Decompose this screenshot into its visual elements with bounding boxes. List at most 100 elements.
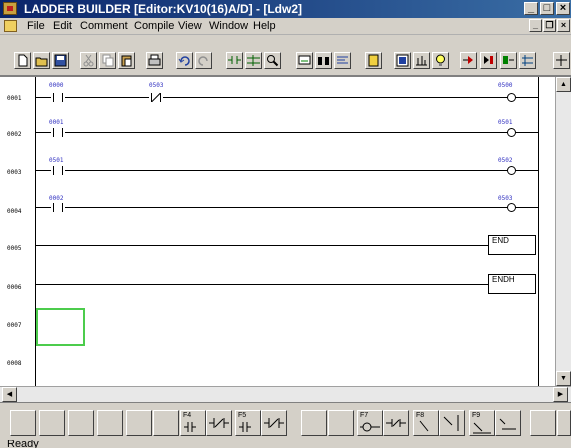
rung-line	[36, 207, 538, 208]
end-instruction-box[interactable]: END	[488, 235, 536, 255]
redo-icon[interactable]	[195, 52, 212, 69]
no-contact-icon[interactable]	[51, 166, 65, 175]
mdi-minimize-button[interactable]: _	[529, 19, 542, 32]
no-contact-icon[interactable]	[51, 128, 65, 137]
title-bar: LADDER BUILDER [Editor:KV10(16)A/D] - [L…	[0, 0, 571, 18]
rung-line	[36, 97, 538, 98]
row-number: 0003	[7, 169, 22, 176]
fkey-empty-button[interactable]	[557, 410, 571, 436]
undo-icon[interactable]	[176, 52, 193, 69]
menu-file[interactable]: File	[27, 20, 45, 32]
fkey-f9-line-button[interactable]: F9	[469, 410, 495, 436]
rung-line	[36, 245, 488, 246]
scroll-right-arrow-icon[interactable]: ▶	[553, 387, 568, 402]
fkey-empty-button[interactable]	[10, 410, 36, 436]
row-number: 0005	[7, 245, 22, 252]
fkey-f7-coil-button[interactable]: F7	[357, 410, 383, 436]
row-number: 0006	[7, 284, 22, 291]
app-icon	[3, 2, 17, 15]
find-icon[interactable]	[264, 52, 281, 69]
monitor-icon[interactable]	[296, 52, 313, 69]
cell-cursor[interactable]	[36, 308, 85, 346]
menu-view[interactable]: View	[178, 20, 202, 32]
new-file-icon[interactable]	[14, 52, 31, 69]
register-icon[interactable]	[413, 52, 430, 69]
right-power-rail	[538, 77, 539, 387]
fkey-empty-button[interactable]	[530, 410, 556, 436]
menu-compile[interactable]: Compile	[134, 20, 174, 32]
fkey-empty-button[interactable]	[153, 410, 179, 436]
contact-address: 0001	[49, 119, 64, 126]
fkey-f4-contact-button[interactable]: F4	[180, 410, 206, 436]
fkey-f8-vertical-delete-button[interactable]	[439, 410, 465, 436]
fkey-f9-line-delete-button[interactable]	[495, 410, 521, 436]
fkey-empty-button[interactable]	[301, 410, 327, 436]
mdi-close-button[interactable]: ×	[557, 19, 570, 32]
menu-comment[interactable]: Comment	[80, 20, 128, 32]
menu-help[interactable]: Help	[253, 20, 276, 32]
fkey-empty-button[interactable]	[68, 410, 94, 436]
transfer-icon[interactable]	[519, 52, 536, 69]
vertical-scrollbar[interactable]: ▲ ▼	[555, 77, 571, 387]
fkey-f4-nc-contact-button[interactable]	[206, 410, 232, 436]
coil-icon[interactable]	[507, 128, 516, 137]
settings-icon[interactable]	[553, 52, 570, 69]
fkey-empty-button[interactable]	[97, 410, 123, 436]
no-contact-icon[interactable]	[51, 203, 65, 212]
contact-address: 0002	[49, 195, 64, 202]
mdi-restore-button[interactable]: ❐	[543, 19, 556, 32]
fkey-empty-button[interactable]	[328, 410, 354, 436]
rung-line	[36, 170, 538, 171]
fkey-f7-set-coil-button[interactable]	[383, 410, 409, 436]
fkey-f5-branch-button[interactable]: F5	[235, 410, 261, 436]
open-folder-icon[interactable]	[33, 52, 50, 69]
help-bulb-icon[interactable]	[432, 52, 449, 69]
binoculars-icon[interactable]	[315, 52, 332, 69]
endh-instruction-box[interactable]: ENDH	[488, 274, 536, 294]
contact-address: 0503	[149, 82, 164, 89]
horizontal-scrollbar[interactable]: ◀ ▶	[0, 386, 571, 402]
insert-contact-icon[interactable]	[226, 52, 243, 69]
menu-bar: File Edit Comment Compile View Window He…	[0, 18, 571, 35]
minimize-button[interactable]: _	[524, 2, 538, 15]
fkey-f8-vertical-button[interactable]: F8	[413, 410, 439, 436]
row-number: 0004	[7, 208, 22, 215]
debug-icon[interactable]	[500, 52, 517, 69]
print-icon[interactable]	[146, 52, 163, 69]
restore-button[interactable]: □	[540, 2, 554, 15]
status-bar: Ready	[0, 440, 571, 448]
paste-icon[interactable]	[118, 52, 135, 69]
close-button[interactable]: ×	[556, 2, 570, 15]
grid-icon[interactable]	[394, 52, 411, 69]
fkey-empty-button[interactable]	[39, 410, 65, 436]
coil-icon[interactable]	[507, 166, 516, 175]
save-icon[interactable]	[52, 52, 69, 69]
comment-icon[interactable]	[334, 52, 351, 69]
step-run-icon[interactable]	[480, 52, 497, 69]
toolbar	[0, 35, 571, 76]
coil-address: 0502	[498, 157, 513, 164]
coil-address: 0503	[498, 195, 513, 202]
insert-row-icon[interactable]	[245, 52, 262, 69]
cut-icon[interactable]	[80, 52, 97, 69]
status-text: Ready	[7, 440, 39, 448]
nc-contact-icon[interactable]	[149, 92, 163, 103]
scroll-left-arrow-icon[interactable]: ◀	[2, 387, 17, 402]
scroll-down-arrow-icon[interactable]: ▼	[556, 371, 571, 386]
document-icon[interactable]	[4, 20, 17, 32]
row-number: 0007	[7, 322, 22, 329]
menu-window[interactable]: Window	[209, 20, 248, 32]
scroll-up-arrow-icon[interactable]: ▲	[556, 77, 571, 92]
fkey-empty-button[interactable]	[126, 410, 152, 436]
device-icon[interactable]	[365, 52, 382, 69]
coil-icon[interactable]	[507, 203, 516, 212]
fkey-f5-branch-nc-button[interactable]	[261, 410, 287, 436]
coil-icon[interactable]	[507, 93, 516, 102]
step-in-icon[interactable]	[460, 52, 477, 69]
copy-icon[interactable]	[99, 52, 116, 69]
ladder-canvas[interactable]: 0001 0000 0503 0500 0002 0001 0501 0003 …	[0, 76, 571, 387]
menu-edit[interactable]: Edit	[53, 20, 72, 32]
contact-address: 0501	[49, 157, 64, 164]
coil-address: 0500	[498, 82, 513, 89]
no-contact-icon[interactable]	[51, 93, 65, 102]
